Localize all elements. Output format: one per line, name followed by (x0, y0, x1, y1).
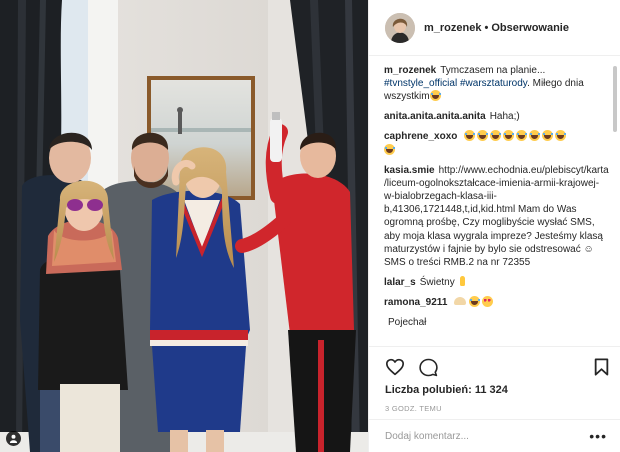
ok-hand-emoji-icon (458, 276, 467, 287)
avatar[interactable] (385, 12, 415, 43)
follow-button[interactable]: Obserwowanie (491, 22, 569, 34)
tears-of-joy-emoji-icon (516, 130, 528, 142)
comment-username[interactable]: ramona_9211 (384, 297, 447, 308)
scrollbar-thumb[interactable] (613, 66, 617, 132)
username-link[interactable]: m_rozenek (424, 22, 481, 34)
likes-label: Liczba polubień: (385, 384, 472, 396)
tears-of-joy-emoji-icon (469, 296, 481, 308)
caption-text: Tymczasem na planie... (440, 65, 546, 76)
comment-username[interactable]: anita.anita.anita.anita (384, 111, 486, 122)
tears-of-joy-emoji-icon (384, 143, 395, 155)
comments-scrollbar[interactable] (612, 64, 618, 346)
caption: m_rozenek Tymczasem na planie... #tvnstyl… (384, 64, 609, 104)
comment-text: Haha;) (489, 111, 520, 123)
tears-of-joy-emoji-icon (529, 130, 541, 142)
add-comment-bar: ••• (369, 419, 620, 452)
list-item: lalar_s Świetny (384, 276, 609, 289)
action-buttons-row (385, 353, 609, 381)
comment-text: http://www.echodnia.eu/plebiscyt/karta/l… (384, 164, 609, 269)
comments-list[interactable]: m_rozenek Tymczasem na planie... #tvnstyl… (384, 64, 609, 346)
tears-of-joy-emoji-icon (477, 130, 489, 142)
post-header: m_rozenek • Obserwowanie (369, 0, 620, 56)
comment-text: Pojechał (388, 317, 427, 329)
header-separator: • (484, 21, 489, 34)
heart-eyes-emoji-icon (482, 296, 494, 308)
post-photo[interactable] (0, 0, 368, 452)
list-item: kasia.smie http://www.echodnia.eu/plebisc… (384, 164, 609, 270)
flexed-biceps-emoji-icon (454, 296, 467, 307)
comment-username[interactable]: kasia.smie (384, 165, 435, 176)
heart-icon[interactable] (385, 358, 405, 376)
list-item: anita.anita.anita.anita Haha;) (384, 110, 609, 123)
comment-username[interactable]: caphrene_xoxo (384, 131, 457, 142)
bookmark-icon[interactable] (594, 358, 609, 376)
comment-text: Świetny (419, 277, 455, 289)
comment-icon[interactable] (419, 358, 438, 377)
post-side-panel: m_rozenek • Obserwowanie m_rozenek Tymczase… (368, 0, 620, 452)
post-actions: Liczba polubień: 11 324 3 GODZ. TEMU (369, 346, 620, 413)
tears-of-joy-emoji-icon (490, 130, 502, 142)
tears-of-joy-emoji-icon (555, 130, 567, 142)
more-options-icon[interactable]: ••• (589, 429, 607, 443)
tears-of-joy-emoji-icon (542, 130, 554, 142)
post-timestamp[interactable]: 3 GODZ. TEMU (385, 404, 609, 413)
tears-of-joy-emoji-icon (503, 130, 515, 142)
photo-scene (0, 0, 368, 452)
likes-count[interactable]: Liczba polubień: 11 324 (385, 384, 609, 396)
list-item: ramona_9211 (384, 296, 609, 309)
header-text: m_rozenek • Obserwowanie (424, 22, 569, 34)
grinning-emoji-icon (429, 90, 441, 102)
list-item: caphrene_xoxo (384, 130, 609, 156)
caption-username[interactable]: m_rozenek (384, 65, 436, 76)
hashtag-link[interactable]: #tvnstyle_official (384, 78, 457, 89)
list-item: Pojechał (384, 316, 609, 329)
tears-of-joy-emoji-icon (464, 130, 476, 142)
user-tag-icon[interactable] (6, 431, 21, 446)
hashtag-link[interactable]: #warsztaturody (460, 78, 527, 89)
comment-input[interactable] (385, 430, 590, 442)
comment-username[interactable]: lalar_s (384, 277, 416, 288)
likes-number: 11 324 (474, 384, 508, 396)
